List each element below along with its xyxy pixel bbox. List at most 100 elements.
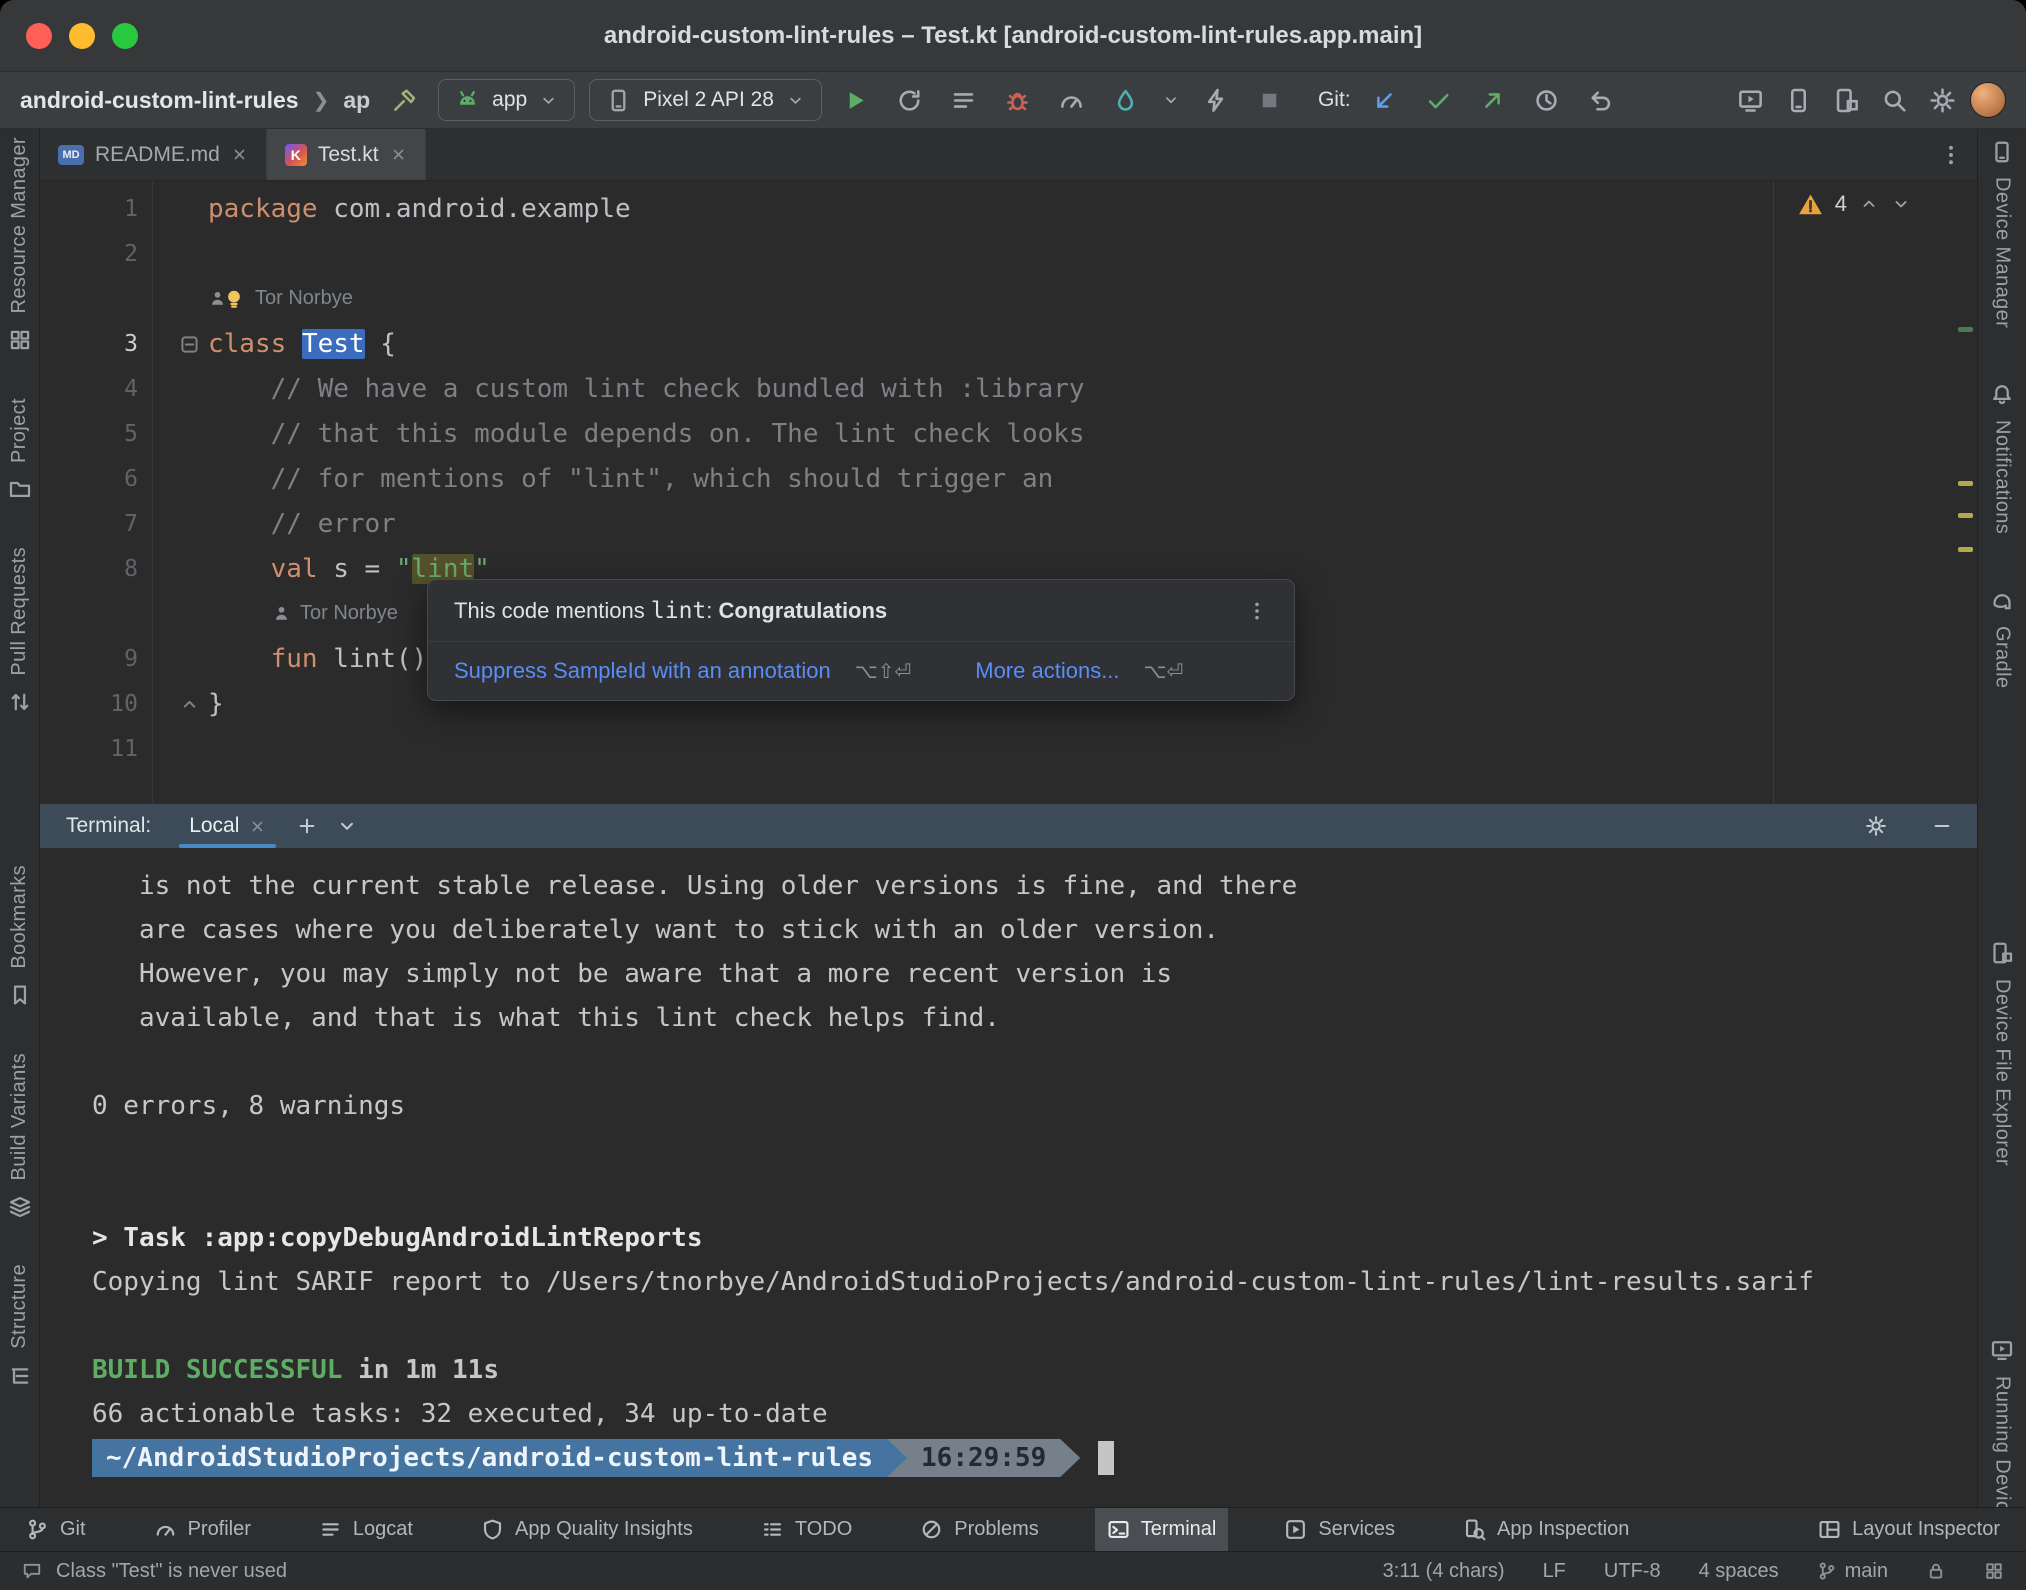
run-configuration-value: app [492, 88, 527, 112]
run-configurations-list-icon[interactable] [944, 80, 984, 120]
git-branch-widget[interactable]: main [1817, 1560, 1888, 1583]
close-icon[interactable] [390, 146, 407, 163]
tool-stripe-resource-manager[interactable]: Resource Manager [8, 137, 32, 354]
resource-manager-icon [8, 326, 32, 354]
tool-stripe-build-variants[interactable]: Build Variants [8, 1053, 32, 1221]
inspection-message-icon[interactable] [22, 1561, 42, 1581]
tab-test-kt[interactable]: KTest.kt [267, 129, 426, 180]
fold-marker[interactable] [152, 692, 208, 716]
indent-setting[interactable]: 4 spaces [1699, 1560, 1779, 1583]
author-inlay-hint[interactable]: Tor Norbye [255, 287, 353, 310]
run-configuration-select[interactable]: app [438, 79, 575, 121]
toolwindow-profiler[interactable]: Profiler [142, 1508, 263, 1551]
terminal-line: are cases where you deliberately want to… [92, 908, 1977, 952]
tool-stripe-bookmarks[interactable]: Bookmarks [8, 865, 32, 1009]
close-window-button[interactable] [26, 23, 52, 49]
close-icon[interactable] [249, 818, 266, 835]
intention-bulb-icon[interactable] [222, 287, 246, 311]
caret-position[interactable]: 3:11 (4 chars) [1383, 1560, 1505, 1583]
suppress-shortcut: ⌥⇧⏎ [855, 659, 912, 684]
rerun-button[interactable] [890, 80, 930, 120]
tool-stripe-notifications[interactable]: Notifications [1990, 380, 2014, 534]
suppress-action-link[interactable]: Suppress SampleId with an annotation [454, 658, 831, 684]
chevron-down-icon[interactable] [1160, 80, 1182, 120]
toolwindow-label: Services [1318, 1518, 1395, 1541]
toolwindow-todo[interactable]: TODO [749, 1508, 864, 1551]
terminal-line: > Task :app:copyDebugAndroidLintReports [92, 1216, 1977, 1260]
terminal-dropdown-icon[interactable] [336, 815, 358, 837]
settings-gear-icon[interactable] [1922, 80, 1962, 120]
stripe-label: Device Manager [1991, 177, 2014, 328]
build-hammer-icon[interactable] [384, 80, 424, 120]
profiler-gauge-icon[interactable] [1052, 80, 1092, 120]
git-update-button[interactable] [1365, 80, 1405, 120]
layout-grid-icon[interactable] [1984, 1561, 2004, 1581]
build-variants-icon [8, 1192, 32, 1220]
device-select[interactable]: Pixel 2 API 28 [589, 79, 822, 121]
prev-problem-icon[interactable] [1859, 194, 1879, 214]
toolwindow-git[interactable]: Git [14, 1508, 98, 1551]
terminal-settings-gear-icon[interactable] [1865, 815, 1887, 837]
toolwindow-label: TODO [795, 1518, 852, 1541]
lock-icon[interactable] [1926, 1561, 1946, 1581]
stop-button[interactable] [1250, 80, 1290, 120]
apply-changes-icon[interactable] [1196, 80, 1236, 120]
profile-low-overhead-icon[interactable] [1106, 80, 1146, 120]
new-terminal-session-icon[interactable] [296, 815, 318, 837]
tool-stripe-structure[interactable]: Structure [8, 1264, 32, 1389]
toolwindow-services[interactable]: Services [1272, 1508, 1407, 1551]
prompt-time-segment: 16:29:59 [887, 1439, 1080, 1477]
code-line: Tor Norbye [208, 287, 1977, 311]
toolwindow-terminal[interactable]: Terminal [1095, 1508, 1229, 1551]
stripe-label: Notifications [1991, 420, 2014, 534]
git-history-button[interactable] [1527, 80, 1567, 120]
inspection-widget[interactable]: 4 [1798, 191, 1911, 217]
notifications-icon [1990, 380, 2014, 408]
code-line: package com.android.example [208, 194, 1977, 224]
fold-marker[interactable] [152, 332, 208, 356]
project-breadcrumb[interactable]: android-custom-lint-rules [20, 87, 299, 114]
terminal-prompt[interactable]: ~/AndroidStudioProjects/android-custom-l… [92, 1436, 1977, 1480]
stripe-label: Build Variants [8, 1053, 31, 1181]
git-push-button[interactable] [1473, 80, 1513, 120]
author-inlay-hint[interactable]: Tor Norbye [300, 602, 398, 625]
status-bar: Class "Test" is never used 3:11 (4 chars… [0, 1551, 2026, 1590]
breadcrumb-module[interactable]: ap [343, 87, 370, 114]
terminal-panel[interactable]: is not the current stable release. Using… [40, 848, 1977, 1507]
tool-stripe-device-file-explorer[interactable]: Device File Explorer [1990, 939, 2014, 1166]
git-rollback-button[interactable] [1581, 80, 1621, 120]
tool-stripe-gradle[interactable]: Gradle [1990, 586, 2014, 688]
git-commit-button[interactable] [1419, 80, 1459, 120]
zoom-window-button[interactable] [112, 23, 138, 49]
minimize-window-button[interactable] [69, 23, 95, 49]
file-encoding[interactable]: UTF-8 [1604, 1560, 1661, 1583]
device-manager-icon[interactable] [1826, 80, 1866, 120]
toolwindow-problems[interactable]: Problems [908, 1508, 1050, 1551]
debug-button[interactable] [998, 80, 1038, 120]
running-devices-icon[interactable] [1730, 80, 1770, 120]
search-everywhere-icon[interactable] [1874, 80, 1914, 120]
toolwindow-app-quality-insights[interactable]: App Quality Insights [469, 1508, 705, 1551]
tool-stripe-device-manager[interactable]: Device Manager [1990, 137, 2014, 328]
tool-stripe-project[interactable]: Project [8, 398, 32, 503]
terminal-tab-local[interactable]: Local [177, 804, 278, 848]
toolwindow-logcat[interactable]: Logcat [307, 1508, 425, 1551]
tool-stripe-running-devices[interactable]: Running Devices [1990, 1336, 2014, 1507]
run-button[interactable] [836, 80, 876, 120]
tab-readme-md[interactable]: MDREADME.md [40, 129, 267, 180]
device-value: Pixel 2 API 28 [643, 88, 774, 112]
toolwindow-layout-inspector[interactable]: Layout Inspector [1806, 1508, 2012, 1551]
status-left: Class "Test" is never used [22, 1560, 287, 1583]
close-icon[interactable] [231, 146, 248, 163]
line-separator[interactable]: LF [1543, 1560, 1566, 1583]
code-editor[interactable]: 1package com.android.example2Tor Norbye3… [40, 181, 1977, 804]
more-actions-link[interactable]: More actions... [975, 658, 1119, 684]
next-problem-icon[interactable] [1891, 194, 1911, 214]
tab-options-kebab-icon[interactable] [1939, 129, 1963, 180]
mirror-device-icon[interactable] [1778, 80, 1818, 120]
toolwindow-app-inspection[interactable]: App Inspection [1451, 1508, 1641, 1551]
tool-stripe-pull-requests[interactable]: Pull Requests [8, 547, 32, 716]
hide-terminal-icon[interactable] [1931, 815, 1953, 837]
user-avatar[interactable] [1970, 82, 2006, 118]
popup-more-kebab-icon[interactable] [1246, 600, 1268, 622]
